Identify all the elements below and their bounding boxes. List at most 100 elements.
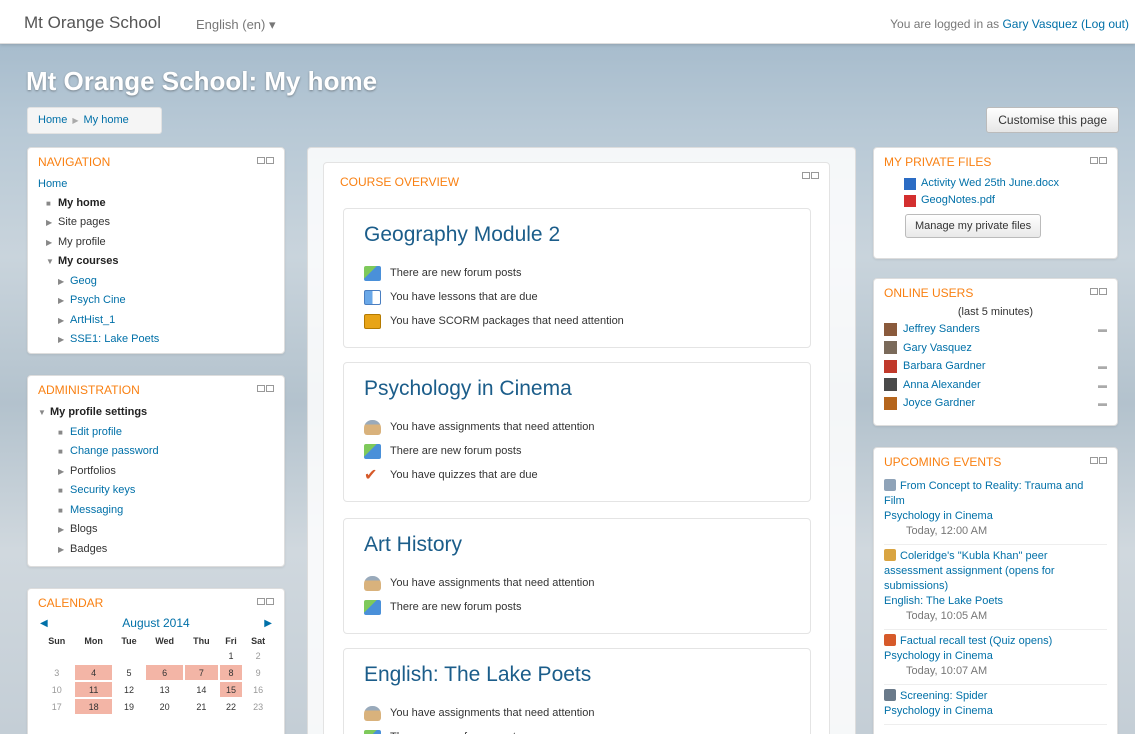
calendar-day[interactable]: 19 <box>114 699 144 714</box>
dock-icon[interactable] <box>257 598 265 605</box>
calendar-day[interactable]: 3 <box>40 665 73 680</box>
collapse-icon[interactable] <box>1099 157 1107 164</box>
admin-blogs[interactable]: Blogs <box>70 523 98 535</box>
calendar-day[interactable]: 6 <box>146 665 184 680</box>
block-controls[interactable] <box>1090 457 1107 464</box>
course-title-link[interactable]: Art History <box>364 533 790 557</box>
calendar-day[interactable]: 20 <box>146 699 183 714</box>
file-item[interactable]: GeogNotes.pdf <box>884 192 1107 209</box>
dock-icon[interactable] <box>257 157 265 164</box>
course-alert[interactable]: There are new forum posts <box>364 725 790 734</box>
course-alert[interactable]: There are new forum posts <box>364 439 790 463</box>
logout-link[interactable]: (Log out) <box>1081 17 1129 31</box>
calendar-day[interactable]: 23 <box>244 699 272 714</box>
calendar-day[interactable]: 2 <box>244 648 272 663</box>
block-controls[interactable] <box>257 598 274 605</box>
online-user[interactable]: Gary Vasquez <box>884 339 1107 358</box>
online-user-link[interactable]: Barbara Gardner <box>903 357 986 376</box>
dock-icon[interactable] <box>1090 457 1098 464</box>
dock-icon[interactable] <box>257 385 265 392</box>
breadcrumb-my-home[interactable]: My home <box>84 114 129 126</box>
nav-course-lake-poets[interactable]: SSE1: Lake Poets <box>70 333 159 345</box>
dock-icon[interactable] <box>802 172 810 179</box>
calendar-day[interactable]: 16 <box>244 682 272 697</box>
admin-messaging[interactable]: Messaging <box>70 504 123 516</box>
expand-arrow-icon[interactable]: ▶ <box>58 463 70 482</box>
block-controls[interactable] <box>802 172 819 179</box>
course-alert[interactable]: There are new forum posts <box>364 595 790 619</box>
expand-arrow-icon[interactable]: ▶ <box>58 541 70 560</box>
block-controls[interactable] <box>257 385 274 392</box>
expand-arrow-icon[interactable]: ▶ <box>58 331 70 350</box>
calendar-day[interactable]: 14 <box>185 682 217 697</box>
collapse-icon[interactable] <box>1099 457 1107 464</box>
language-menu[interactable]: English (en) ▾ <box>196 17 276 33</box>
file-link[interactable]: GeogNotes.pdf <box>921 192 995 209</box>
calendar-day[interactable]: 17 <box>40 699 73 714</box>
online-user[interactable]: Jeffrey Sanders ▬ <box>884 320 1107 339</box>
expand-arrow-icon[interactable]: ▶ <box>58 312 70 331</box>
event-course-link[interactable]: Psychology in Cinema <box>884 705 993 717</box>
admin-portfolios[interactable]: Portfolios <box>70 465 116 477</box>
message-icon[interactable]: ▬ <box>1098 376 1107 395</box>
site-brand[interactable]: Mt Orange School <box>24 13 161 33</box>
course-alert[interactable]: ✔ You have quizzes that are due <box>364 463 790 487</box>
expand-arrow-icon[interactable]: ▶ <box>58 292 70 311</box>
event-link[interactable]: Factual recall test (Quiz opens) <box>900 635 1052 647</box>
online-user-link[interactable]: Joyce Gardner <box>903 394 975 413</box>
calendar-day[interactable]: 21 <box>185 699 217 714</box>
admin-edit-profile[interactable]: Edit profile <box>70 426 122 438</box>
calendar-day[interactable]: 7 <box>185 665 218 680</box>
calendar-day[interactable]: 15 <box>219 682 243 697</box>
event-course-link[interactable]: Psychology in Cinema <box>884 510 993 522</box>
course-alert[interactable]: You have assignments that need attention <box>364 701 790 725</box>
collapse-icon[interactable] <box>811 172 819 179</box>
collapse-icon[interactable] <box>266 385 274 392</box>
online-user-link[interactable]: Jeffrey Sanders <box>903 320 980 339</box>
nav-course-psych-cine[interactable]: Psych Cine <box>70 294 126 306</box>
online-user[interactable]: Joyce Gardner ▬ <box>884 394 1107 413</box>
calendar-day[interactable]: 11 <box>75 682 112 697</box>
calendar-day[interactable]: 22 <box>220 699 243 714</box>
collapse-icon[interactable] <box>266 157 274 164</box>
collapse-arrow-icon[interactable]: ▼ <box>38 404 50 423</box>
message-icon[interactable]: ▬ <box>1098 320 1107 339</box>
block-controls[interactable] <box>1090 157 1107 164</box>
expand-arrow-icon[interactable]: ▶ <box>58 521 70 540</box>
nav-home[interactable]: Home <box>38 178 67 190</box>
calendar-day[interactable]: 5 <box>114 665 144 680</box>
calendar-next-icon[interactable]: ▶ <box>264 618 272 629</box>
course-alert[interactable]: You have assignments that need attention <box>364 571 790 595</box>
calendar-day[interactable]: 1 <box>220 648 243 663</box>
block-controls[interactable] <box>1090 288 1107 295</box>
course-alert[interactable]: There are new forum posts <box>364 261 790 285</box>
admin-security-keys[interactable]: Security keys <box>70 484 135 496</box>
nav-course-arthist[interactable]: ArtHist_1 <box>70 314 115 326</box>
file-link[interactable]: Activity Wed 25th June.docx <box>921 175 1059 192</box>
calendar-month[interactable]: August 2014 <box>122 616 189 630</box>
admin-profile-settings[interactable]: My profile settings <box>50 406 147 418</box>
expand-arrow-icon[interactable]: ▶ <box>46 214 58 233</box>
nav-site-pages[interactable]: Site pages <box>58 216 110 228</box>
manage-private-files-button[interactable]: Manage my private files <box>905 214 1042 238</box>
online-user-link[interactable]: Gary Vasquez <box>903 339 972 358</box>
event-link[interactable]: Coleridge's "Kubla Khan" peer assessment… <box>884 550 1055 592</box>
calendar-day[interactable]: 9 <box>244 665 272 680</box>
event-course-link[interactable]: Psychology in Cinema <box>884 650 993 662</box>
online-user-link[interactable]: Anna Alexander <box>903 376 981 395</box>
calendar-day[interactable]: 8 <box>219 665 243 680</box>
nav-my-home[interactable]: My home <box>58 197 106 209</box>
expand-arrow-icon[interactable]: ▶ <box>46 234 58 253</box>
calendar-prev-icon[interactable]: ◀ <box>40 618 48 629</box>
collapse-icon[interactable] <box>266 598 274 605</box>
message-icon[interactable]: ▬ <box>1098 394 1107 413</box>
user-profile-link[interactable]: Gary Vasquez <box>1002 17 1077 31</box>
breadcrumb-home[interactable]: Home <box>38 114 67 126</box>
block-controls[interactable] <box>257 157 274 164</box>
admin-badges[interactable]: Badges <box>70 543 107 555</box>
event-course-link[interactable]: English: The Lake Poets <box>884 595 1003 607</box>
online-user[interactable]: Barbara Gardner ▬ <box>884 357 1107 376</box>
event-link[interactable]: Screening: Spider <box>900 690 987 702</box>
calendar-day[interactable]: 4 <box>75 665 112 680</box>
expand-arrow-icon[interactable]: ▶ <box>58 273 70 292</box>
